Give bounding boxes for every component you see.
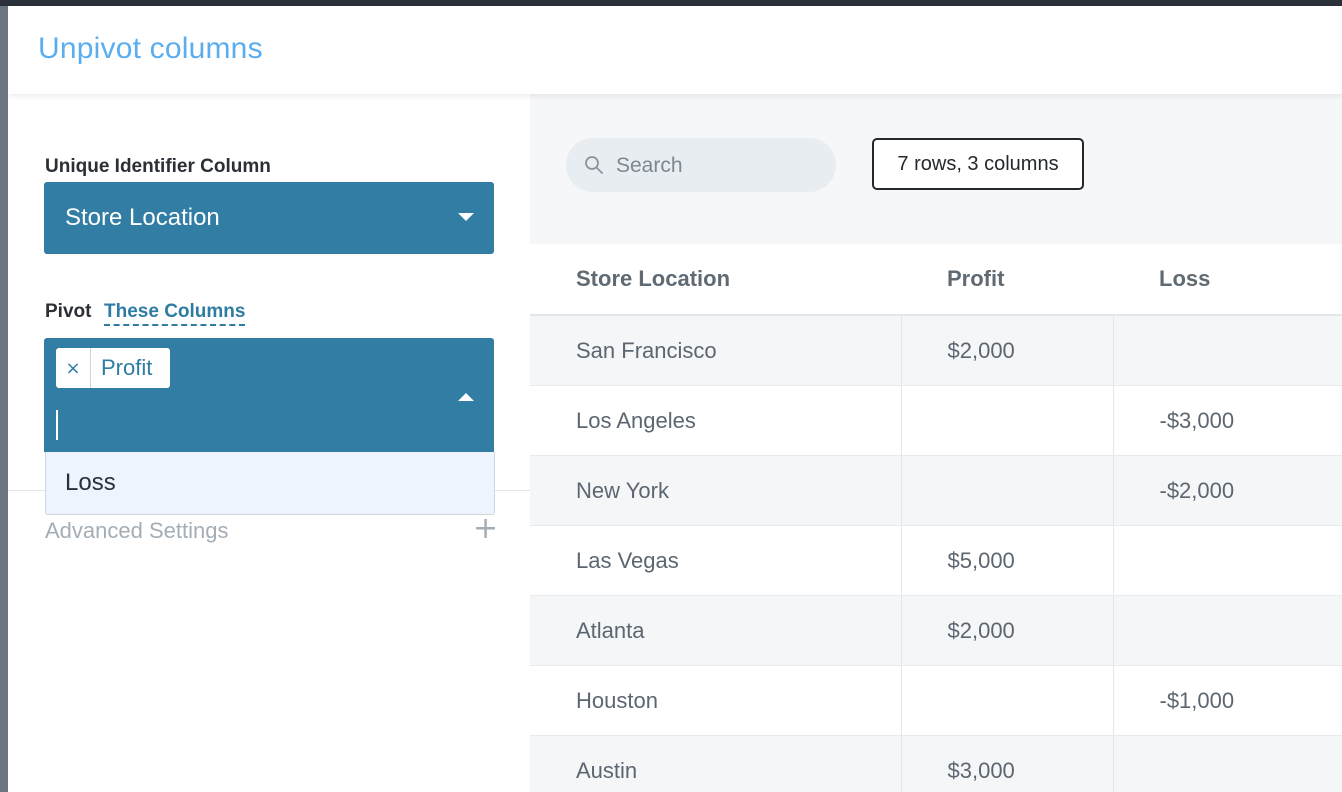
table-cell: Austin bbox=[530, 735, 902, 792]
table-cell: Atlanta bbox=[530, 595, 902, 666]
table-row: Atlanta $2,000 bbox=[530, 595, 1342, 666]
preview-panel: 7 rows, 3 columns Store Location Profit … bbox=[530, 94, 1342, 792]
table-cell: $3,000 bbox=[901, 735, 1114, 792]
table-cell: $5,000 bbox=[901, 525, 1114, 596]
table-cell: -$3,000 bbox=[1113, 385, 1342, 456]
caret-down-icon bbox=[458, 213, 474, 221]
column-header: Profit bbox=[901, 244, 1113, 316]
dropdown-option-loss[interactable]: Loss bbox=[65, 469, 116, 497]
table-cell: Houston bbox=[530, 665, 902, 736]
unique-identifier-value: Store Location bbox=[65, 204, 220, 231]
tag-label: Profit bbox=[101, 355, 153, 380]
search-icon bbox=[585, 156, 603, 174]
selected-tag-profit: × Profit bbox=[56, 348, 170, 388]
settings-panel: Unique Identifier Column Store Location … bbox=[8, 94, 530, 792]
table-row: San Francisco $2,000 bbox=[530, 315, 1342, 386]
table-cell: Los Angeles bbox=[530, 385, 902, 456]
advanced-settings-label[interactable]: Advanced Settings bbox=[45, 518, 228, 544]
unique-identifier-select[interactable]: Store Location bbox=[44, 182, 494, 254]
modal-header: Unpivot columns bbox=[8, 6, 1342, 94]
table-cell bbox=[901, 665, 1114, 736]
table-cell bbox=[1113, 315, 1342, 386]
table-cell: $2,000 bbox=[901, 595, 1114, 666]
unique-identifier-label: Unique Identifier Column bbox=[45, 156, 271, 177]
preview-table: Store Location Profit Loss San Francisco… bbox=[530, 244, 1342, 792]
table-cell: -$2,000 bbox=[1113, 455, 1342, 526]
remove-tag-icon[interactable]: × bbox=[56, 348, 91, 388]
table-header-row: Store Location Profit Loss bbox=[530, 244, 1342, 316]
table-row: Austin $3,000 bbox=[530, 735, 1342, 792]
table-row: Las Vegas $5,000 bbox=[530, 525, 1342, 596]
pivot-columns-multiselect[interactable]: × Profit bbox=[44, 338, 494, 452]
pivot-label: Pivot bbox=[45, 301, 92, 322]
unpivot-modal: Unpivot columns Unique Identifier Column… bbox=[8, 6, 1342, 792]
table-cell: -$1,000 bbox=[1113, 665, 1342, 736]
row-count-badge: 7 rows, 3 columns bbox=[872, 138, 1084, 190]
table-cell: Las Vegas bbox=[530, 525, 902, 596]
modal-title: Unpivot columns bbox=[38, 32, 263, 65]
table-cell bbox=[1113, 595, 1342, 666]
table-cell bbox=[901, 455, 1114, 526]
text-cursor[interactable] bbox=[56, 410, 58, 440]
table-cell: San Francisco bbox=[530, 315, 902, 386]
caret-up-icon[interactable] bbox=[458, 393, 474, 401]
column-header: Store Location bbox=[530, 244, 901, 316]
search-input[interactable] bbox=[614, 150, 818, 182]
table-cell bbox=[1113, 735, 1342, 792]
table-row: Houston -$1,000 bbox=[530, 665, 1342, 736]
table-cell: New York bbox=[530, 455, 902, 526]
these-columns-link[interactable]: These Columns bbox=[104, 301, 246, 326]
pivot-options-dropdown: Loss bbox=[45, 452, 495, 515]
table-cell bbox=[901, 385, 1114, 456]
column-header: Loss bbox=[1113, 244, 1342, 316]
search-box[interactable] bbox=[566, 138, 836, 192]
expand-plus-icon[interactable]: + bbox=[473, 511, 498, 546]
table-cell: $2,000 bbox=[901, 315, 1114, 386]
table-row: New York -$2,000 bbox=[530, 455, 1342, 526]
table-cell bbox=[1113, 525, 1342, 596]
table-row: Los Angeles -$3,000 bbox=[530, 385, 1342, 456]
